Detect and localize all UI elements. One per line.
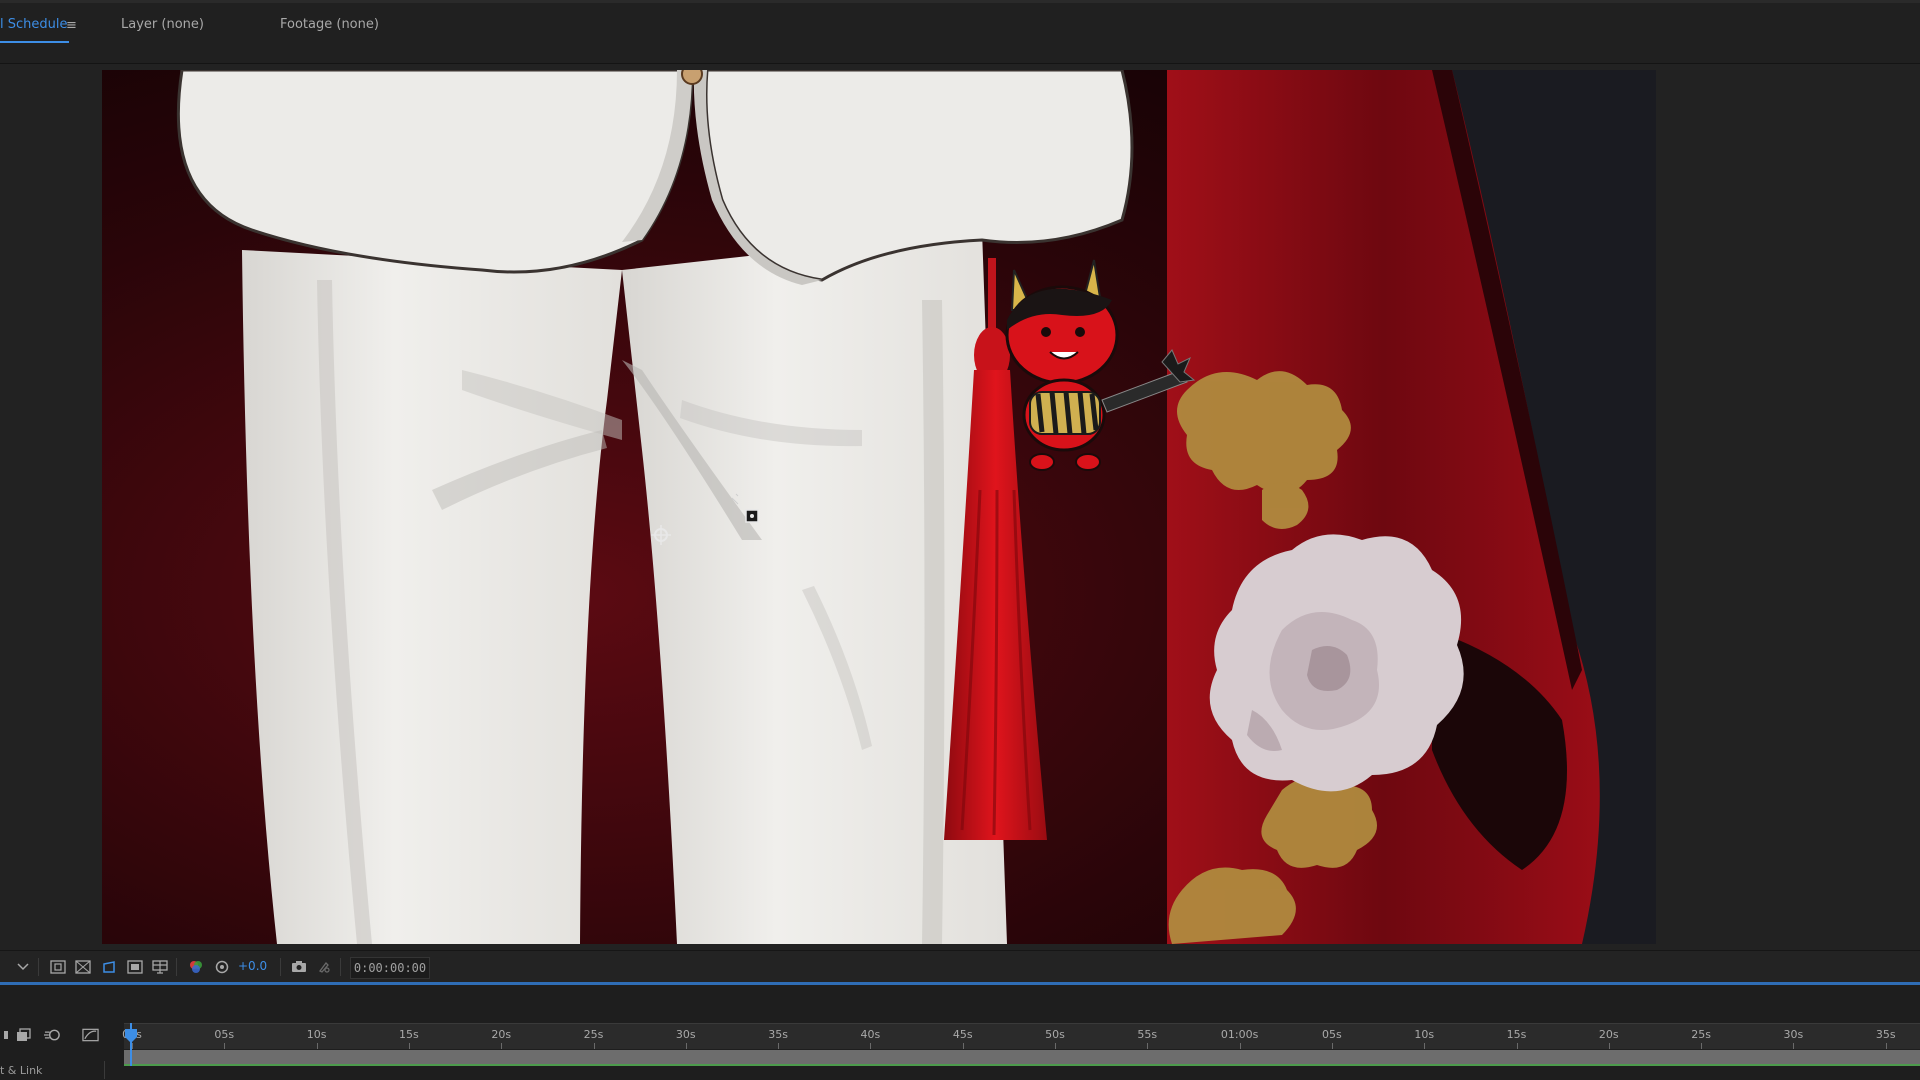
time-ruler[interactable]: 00s05s10s15s20s25s30s35s40s45s50s55s01:0… (122, 1023, 1920, 1049)
dropdown-chevron-icon[interactable] (14, 959, 31, 974)
artwork-illustration (102, 70, 1656, 944)
toolbar-separator (340, 958, 341, 976)
panel-menu-icon[interactable]: ≡ (66, 14, 77, 38)
ruler-tick-label: 05s (1322, 1028, 1342, 1041)
mask-path-icon[interactable] (100, 959, 117, 974)
ruler-tick-mark (1239, 1043, 1241, 1049)
ruler-tick-label: 05s (214, 1028, 235, 1041)
tab-composition[interactable]: l Schedule (0, 13, 70, 43)
ruler-tick-mark (1885, 1043, 1887, 1049)
ruler-tick-mark (1793, 1043, 1795, 1049)
safe-margins-icon[interactable] (126, 959, 143, 974)
exposure-value[interactable]: +0.0 (238, 959, 267, 974)
timeline-switches (0, 1025, 110, 1045)
color-channels-icon[interactable] (187, 959, 204, 974)
ruler-tick-mark (1331, 1043, 1333, 1049)
toolbar-separator (38, 958, 39, 976)
work-area-range (124, 1064, 1920, 1066)
work-area-bar[interactable] (124, 1050, 1920, 1064)
region-of-interest-icon[interactable] (49, 959, 66, 974)
ruler-tick-mark (1424, 1043, 1426, 1049)
ruler-tick-label: 30s (675, 1028, 696, 1041)
ruler-tick-label: 20s (491, 1028, 512, 1041)
ruler-tick-mark (778, 1043, 780, 1049)
ruler-tick-label: 10s (1414, 1028, 1435, 1041)
ruler-tick-label: 35s (768, 1028, 788, 1041)
show-snapshot-icon[interactable] (315, 959, 332, 974)
ruler-tick-label: 25s (583, 1028, 604, 1041)
motion-blur-icon[interactable] (44, 1027, 61, 1042)
ruler-tick-mark (408, 1043, 410, 1049)
ruler-tick-label: 55s (1137, 1028, 1158, 1041)
timeline-panel: 00s05s10s15s20s25s30s35s40s45s50s55s01:0… (0, 985, 1920, 1080)
ruler-tick-label: 40s (860, 1028, 881, 1041)
playhead-marker[interactable] (124, 1023, 138, 1066)
panel-tab-bar: l Schedule ≡ Layer (none) Footage (none) (0, 0, 1920, 64)
grid-guides-icon[interactable] (151, 959, 168, 974)
ruler-tick-mark (1608, 1043, 1610, 1049)
timeline-label: t & Link (0, 1064, 43, 1077)
ruler-tick-mark (501, 1043, 503, 1049)
ruler-tick-mark (685, 1043, 687, 1049)
left-pant-leg (242, 250, 622, 944)
ruler-tick-mark (224, 1043, 226, 1049)
viewer-toolbar: +0.0 0:00:00:00 (0, 950, 1920, 983)
ruler-tick-mark (1055, 1043, 1056, 1049)
ruler-tick-mark (962, 1043, 964, 1049)
snapshot-camera-icon[interactable] (290, 959, 307, 974)
ruler-tick-label: 50s (1045, 1028, 1065, 1041)
ruler-tick-mark (1701, 1043, 1703, 1049)
tab-footage[interactable]: Footage (none) (280, 13, 379, 37)
toolbar-separator (280, 958, 281, 976)
ruler-tick-mark (1147, 1043, 1149, 1049)
reset-exposure-icon[interactable] (213, 959, 230, 974)
ruler-tick-mark (316, 1043, 318, 1049)
ruler-tick-label: 30s (1783, 1028, 1804, 1041)
transparency-grid-icon[interactable] (74, 959, 91, 974)
ruler-tick-label: 35s (1875, 1028, 1896, 1041)
after-effects-window: l Schedule ≡ Layer (none) Footage (none) (0, 0, 1920, 1080)
toolbar-separator (176, 958, 177, 976)
timeline-label-separator (104, 1061, 105, 1079)
ruler-tick-label: 10s (306, 1028, 327, 1041)
ruler-tick-mark (1516, 1043, 1518, 1049)
current-time-display[interactable]: 0:00:00:00 (350, 957, 430, 979)
graph-editor-icon[interactable] (82, 1027, 99, 1042)
composition-viewer[interactable] (0, 64, 1920, 950)
ruler-tick-label: 15s (1506, 1028, 1527, 1041)
ruler-tick-label: 20s (1598, 1028, 1619, 1041)
ruler-tick-label: 15s (399, 1028, 419, 1041)
ruler-tick-mark (870, 1043, 872, 1049)
composition-canvas[interactable] (102, 70, 1656, 944)
draft-3d-icon[interactable] (14, 1027, 31, 1042)
tab-layer[interactable]: Layer (none) (121, 13, 204, 37)
ruler-tick-label: 01:00s (1220, 1028, 1259, 1041)
ruler-tick-label: 45s (952, 1028, 973, 1041)
ruler-tick-label: 25s (1691, 1028, 1711, 1041)
ruler-tick-mark (593, 1043, 595, 1049)
